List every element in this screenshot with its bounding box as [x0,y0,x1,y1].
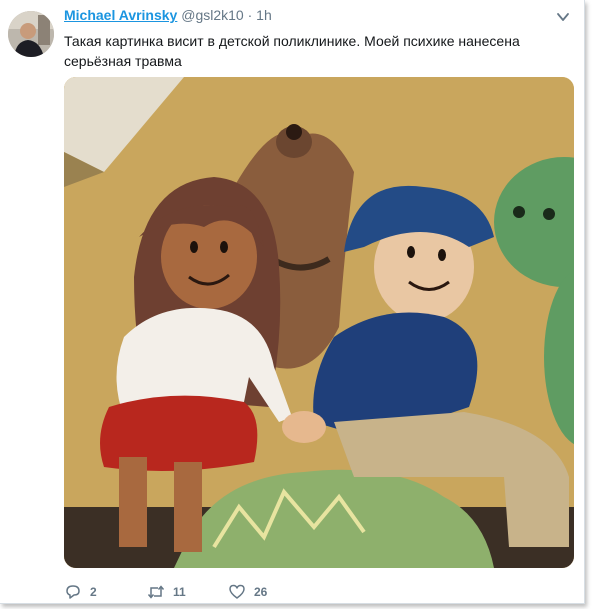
chevron-down-icon[interactable] [556,10,570,24]
author-handle[interactable]: @gsl2k10 [181,7,243,23]
like-action[interactable]: 26 [228,583,267,601]
tweet-card[interactable]: Michael Avrinsky @gsl2k10 · 1h Такая кар… [0,0,585,604]
retweet-count: 11 [173,585,186,599]
tweet-timestamp[interactable]: 1h [256,7,272,23]
tweet-header: Michael Avrinsky @gsl2k10 · 1h [64,7,272,23]
reply-icon[interactable] [64,583,82,601]
heart-icon[interactable] [228,583,246,601]
tweet-media-image[interactable] [64,77,574,568]
like-count: 26 [254,585,268,599]
author-name[interactable]: Michael Avrinsky [64,7,177,23]
avatar[interactable] [8,11,54,57]
retweet-icon[interactable] [147,583,165,601]
tweet-text: Такая картинка висит в детской поликлини… [64,33,520,69]
reply-action[interactable]: 2 [64,583,97,601]
retweet-action[interactable]: 11 [147,583,186,601]
reply-count: 2 [90,585,97,599]
separator-dot: · [247,7,253,23]
